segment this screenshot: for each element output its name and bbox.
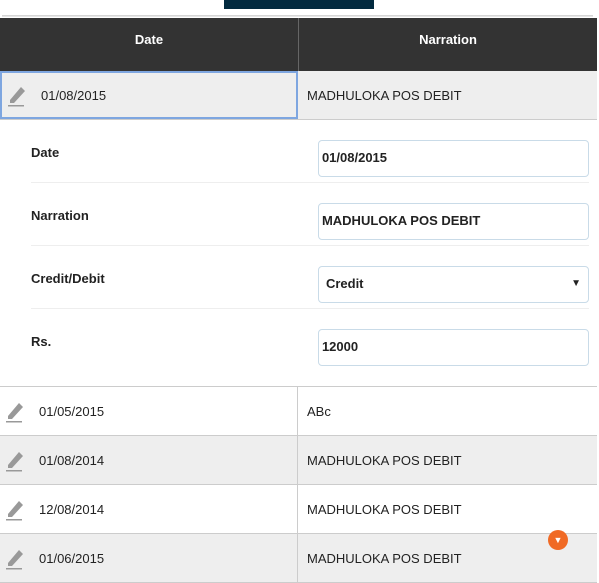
date-input[interactable]: 01/08/2015	[317, 140, 589, 177]
amount-label: Rs.	[31, 334, 52, 349]
row-narration: MADHULOKA POS DEBIT	[307, 87, 462, 103]
top-bar	[224, 0, 374, 9]
divider	[2, 15, 593, 17]
row-narration: MADHULOKA POS DEBIT	[307, 550, 462, 566]
narration-input[interactable]: MADHULOKA POS DEBIT	[317, 203, 589, 240]
row-date: 01/08/2014	[39, 452, 105, 468]
pencil-icon[interactable]	[4, 497, 28, 521]
edit-form: Date 01/08/2015 Narration MADHULOKA POS DE…	[0, 120, 597, 387]
pencil-icon[interactable]	[4, 399, 28, 423]
table-row[interactable]: 01/06/2015 MADHULOKA POS DEBIT	[0, 534, 597, 583]
select-value: Credit	[325, 276, 364, 291]
row-date: 01/06/2015	[39, 550, 105, 566]
table-row[interactable]: 12/08/2014 MADHULOKA POS DEBIT	[0, 485, 597, 534]
table-row[interactable]: 01/08/2014 MADHULOKA POS DEBIT	[0, 436, 597, 485]
table-row-selected[interactable]: 01/08/2015 MADHULOKA POS DEBIT	[0, 71, 597, 120]
arrow-down-icon: ▼	[553, 535, 563, 545]
transactions-table: Date Narration 01/08/2015 MADHULOKA POS …	[0, 18, 597, 583]
row-date: 01/08/2015	[41, 87, 107, 103]
pencil-icon[interactable]	[4, 448, 28, 472]
header-date[interactable]: Date	[0, 18, 298, 71]
pencil-icon[interactable]	[4, 546, 28, 570]
row-date: 01/05/2015	[39, 403, 105, 419]
table-row[interactable]: 01/05/2015 ABc	[0, 387, 597, 436]
row-narration: MADHULOKA POS DEBIT	[307, 501, 462, 517]
row-date: 12/08/2014	[39, 501, 105, 517]
amount-input[interactable]: 12000	[317, 329, 589, 366]
credit-debit-select[interactable]: Credit ▼	[317, 266, 589, 303]
date-label: Date	[31, 145, 60, 160]
narration-label: Narration	[31, 208, 89, 223]
pencil-icon[interactable]	[6, 83, 30, 107]
row-narration: MADHULOKA POS DEBIT	[307, 452, 462, 468]
table-header: Date Narration	[0, 18, 597, 71]
scroll-down-button[interactable]: ▼	[548, 530, 568, 550]
header-narration[interactable]: Narration	[298, 18, 597, 71]
caret-down-icon: ▼	[571, 278, 581, 289]
row-narration: ABc	[307, 403, 331, 419]
credit-debit-label: Credit/Debit	[31, 271, 105, 286]
